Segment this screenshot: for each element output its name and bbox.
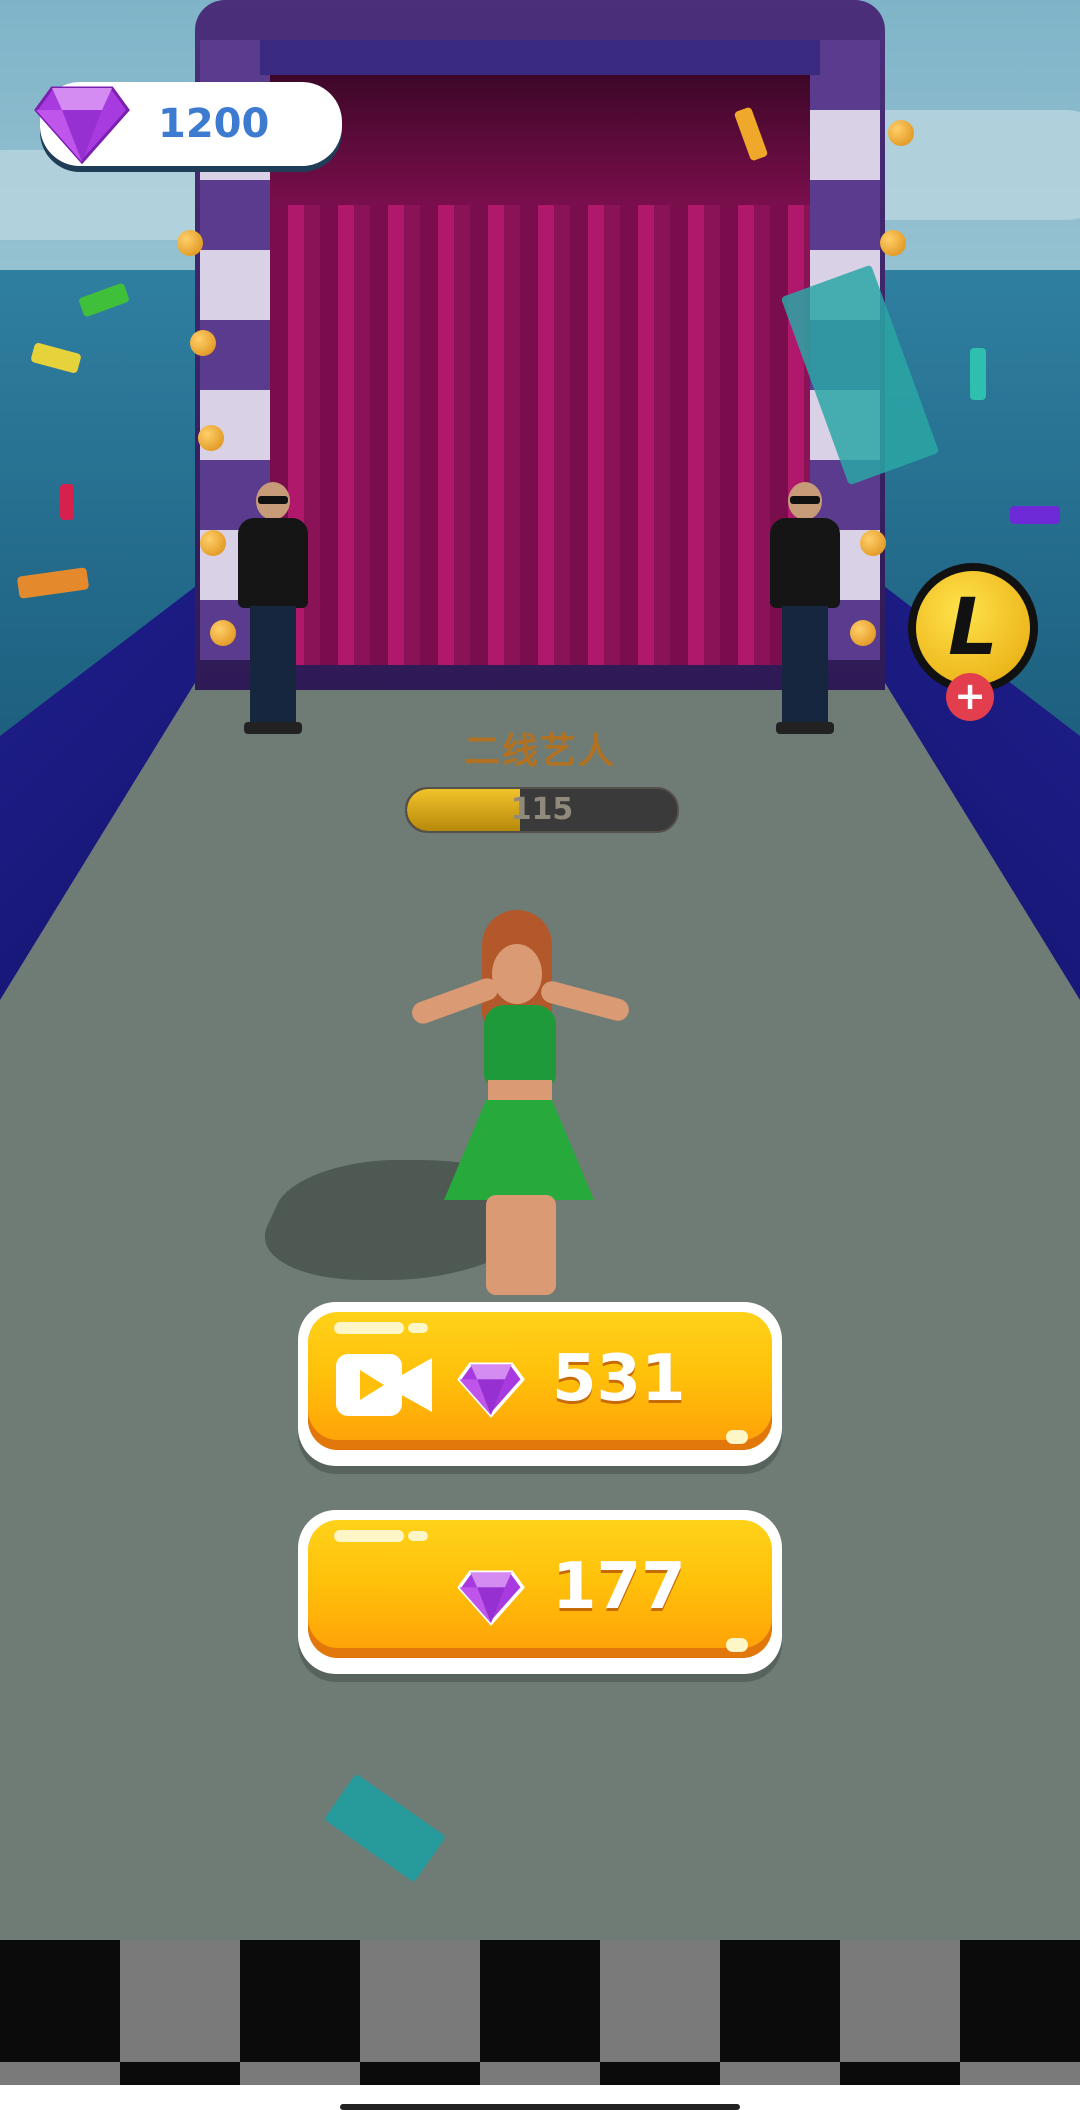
- light-bulb: [198, 425, 224, 451]
- purple-diamond-icon: [457, 1362, 525, 1418]
- button-gloss: [334, 1530, 404, 1542]
- button-gloss: [334, 1322, 404, 1334]
- dancing-character: [400, 910, 640, 1300]
- checkered-finish-floor-row: [0, 2062, 1080, 2085]
- confetti-piece: [970, 348, 986, 400]
- purple-diamond-icon: [457, 1570, 525, 1626]
- button-face: 177: [308, 1520, 772, 1658]
- bodyguard-right: [770, 482, 840, 734]
- video-camera-icon: [336, 1354, 432, 1416]
- confetti-piece: [60, 484, 74, 520]
- light-bulb: [210, 620, 236, 646]
- gate-header: [260, 40, 820, 75]
- light-bulb: [888, 120, 914, 146]
- plus-icon: +: [946, 673, 994, 721]
- button-gloss: [408, 1531, 428, 1541]
- light-bulb: [177, 230, 203, 256]
- progress-value: 115: [510, 792, 574, 827]
- button-gloss: [408, 1323, 428, 1333]
- gem-reward-button[interactable]: 177: [298, 1510, 782, 1674]
- gem-counter: 1200: [34, 82, 342, 166]
- light-bulb: [880, 230, 906, 256]
- light-bulb: [200, 530, 226, 556]
- light-bulb: [860, 530, 886, 556]
- progress-bar: 115: [405, 787, 679, 833]
- rank-title: 二线艺人: [463, 731, 616, 772]
- gem-reward-value: 177: [552, 1550, 686, 1624]
- level-coin-button[interactable]: L +: [908, 563, 1038, 721]
- purple-diamond-icon: [34, 86, 130, 165]
- button-gloss: [726, 1430, 748, 1444]
- bodyguard-left: [238, 482, 308, 734]
- confetti-piece: [1010, 506, 1060, 524]
- light-bulb: [850, 620, 876, 646]
- video-reward-value: 531: [552, 1342, 686, 1416]
- curtain-shadow: [270, 75, 810, 205]
- light-bulb: [190, 330, 216, 356]
- gem-count: 1200: [158, 101, 270, 147]
- button-face: 531: [308, 1312, 772, 1450]
- coin-letter: L: [916, 571, 1030, 685]
- watch-video-reward-button[interactable]: 531: [298, 1302, 782, 1466]
- home-indicator[interactable]: [340, 2104, 740, 2110]
- button-gloss: [726, 1638, 748, 1652]
